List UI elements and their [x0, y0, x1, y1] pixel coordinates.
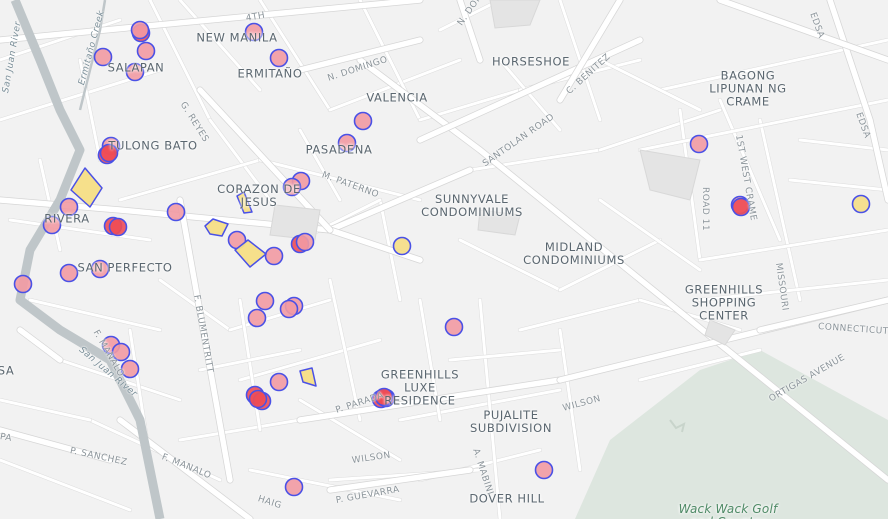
area-label: HORSESHOE: [492, 54, 570, 69]
area-label: NEW MANILA: [196, 30, 278, 45]
golf-course-label: Wack Wack Golfand Country: [678, 502, 778, 519]
poi-polygon-marker: [204, 218, 229, 237]
poi-marker: [284, 477, 304, 497]
poi-marker: [279, 299, 299, 319]
poi-marker: [108, 217, 128, 237]
poi-marker: [392, 236, 412, 256]
poi-polygon-marker: [299, 367, 317, 387]
area-label: PUJALITE SUBDIVISION: [469, 408, 553, 435]
poi-marker: [130, 20, 150, 40]
poi-marker: [136, 41, 156, 61]
road-label: PA: [0, 432, 13, 445]
area-label: CORAZON DE JESUS: [217, 182, 301, 209]
area-label: SAN PERFECTO: [77, 260, 173, 275]
area-label: GREENHILLS SHOPPING CENTER: [684, 282, 764, 323]
area-label: SA: [0, 363, 15, 378]
poi-marker: [13, 274, 33, 294]
area-label: MIDLAND CONDOMINIUMS: [523, 240, 625, 267]
area-label: TULONG BATO: [108, 138, 198, 153]
poi-marker: [444, 317, 464, 337]
area-label: VALENCIA: [366, 90, 428, 105]
area-label: PASADENA: [305, 142, 373, 157]
area-label: BAGONG LIPUNAN NG CRAME: [709, 68, 787, 109]
area-label: GREENHILLS LUXE RESIDENCE: [380, 367, 460, 408]
poi-marker: [247, 308, 267, 328]
road-label: ROAD 11: [700, 187, 710, 232]
area-label: ERMITAÑO: [237, 66, 303, 81]
poi-marker: [269, 372, 289, 392]
poi-marker: [59, 263, 79, 283]
poi-marker: [264, 246, 284, 266]
poi-marker: [534, 460, 554, 480]
poi-marker: [851, 194, 871, 214]
area-label: DOVER HILL: [469, 491, 545, 506]
poi-marker: [248, 389, 268, 409]
area-label: SUNNYVALE CONDOMINIUMS: [421, 192, 523, 219]
area-label: RIVERA: [44, 211, 90, 226]
poi-marker: [166, 202, 186, 222]
poi-marker: [269, 48, 289, 68]
map-canvas[interactable]: NEW MANILA SALAPAN ERMITAÑO HORSESHOE VALENC…: [0, 0, 888, 519]
area-label: SALAPAN: [107, 60, 165, 75]
poi-marker: [295, 232, 315, 252]
poi-marker: [255, 291, 275, 311]
poi-marker: [689, 134, 709, 154]
poi-marker: [353, 111, 373, 131]
